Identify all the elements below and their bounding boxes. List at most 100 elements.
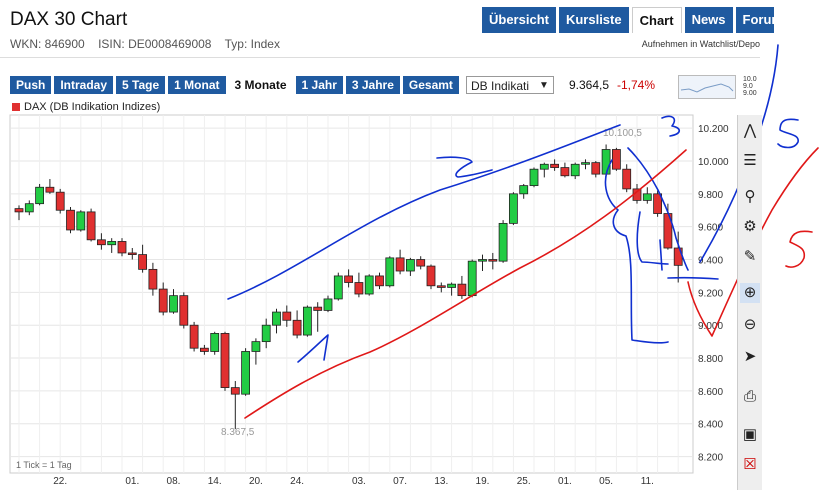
candle-body [591,162,601,175]
candle-body [251,341,261,352]
y-tick-label: 8.200 [698,453,723,464]
candle-body [375,275,384,287]
candle-body [24,203,34,213]
candle [529,167,539,188]
candle-body [519,185,529,195]
candle-body [570,163,580,177]
candle-body [550,163,559,168]
candle-body [148,268,158,290]
candle-body [199,347,209,352]
candle-body [76,211,86,231]
y-tick-label: 9.000 [698,321,723,332]
x-tick-label: 19. [476,476,490,487]
candle-body [230,387,240,395]
candle-body [97,239,106,246]
plot-area [9,114,694,474]
candle-body [436,285,446,288]
x-tick-label: 03. [352,476,366,487]
candle-body [313,306,323,311]
candle-body [354,282,364,295]
candle-body [189,324,199,349]
x-tick-label: 07. [393,476,407,487]
settings-icon[interactable]: ⚙ [740,217,760,237]
candle-body [364,275,374,295]
candle-body [323,298,333,311]
x-tick-label: 25. [517,476,531,487]
candle-body [210,333,220,352]
candle-body [612,149,621,170]
candle-body [302,306,312,336]
candle-body [416,259,426,267]
candle-body [601,149,611,175]
y-tick-label: 9.400 [698,256,723,267]
candle [612,147,621,171]
candle [364,274,374,296]
candle-body [344,275,354,283]
candle-body [333,275,343,300]
candle-body [14,208,24,213]
x-tick-label: 22. [53,476,67,487]
save-icon[interactable]: ▣ [740,425,760,445]
candle-body [241,351,251,395]
candle-body [272,311,281,326]
candle-body [282,311,292,321]
trend-line-icon[interactable]: ⋀ [740,121,760,141]
y-tick-label: 10.000 [698,157,729,168]
x-axis: 22. 01. 08. 14. 20. 24. 03. 07. 13. 19. 25. 01. 05. 1… [53,476,654,487]
candle-body [138,254,148,270]
candle [508,192,518,226]
candle-body [478,259,487,262]
candle-body [55,191,65,211]
candle [66,206,75,234]
candle-body [66,209,75,231]
candle [179,292,189,329]
candle [220,331,230,391]
tick-footnote: 1 Tick = 1 Tag [16,460,72,470]
candle-body [529,168,539,187]
y-tick-label: 9.200 [698,288,723,299]
candlestick-chart[interactable]: 10.20010.0009.8009.6009.4009.2009.0008.8… [0,0,821,489]
candle [333,272,343,301]
y-axis: 10.20010.0009.8009.6009.4009.2009.0008.8… [698,124,729,463]
candle-body [292,319,302,336]
x-tick-label: 08. [167,476,181,487]
candle-body [581,162,590,165]
pencil-icon[interactable]: ✎ [740,247,760,267]
candle-body [107,241,117,246]
x-tick-label: 01. [558,476,572,487]
delete-icon[interactable]: ☒ [740,455,760,475]
low-annotation: 8.367,5 [221,427,255,438]
ruler-icon[interactable]: ☰ [740,151,760,171]
search-icon[interactable]: ⚲ [740,187,760,207]
candle-body [622,168,632,190]
cursor-icon[interactable]: ➤ [740,347,760,367]
candle [426,264,436,290]
candle-body [426,265,436,287]
candle-body [488,259,498,262]
chart-toolbar: ⋀ ☰ ⚲ ⚙ ✎ ⊕ ⊖ ➤ ⎙ ▣ ☒ [737,115,762,490]
candle-body [508,193,518,224]
candle [189,321,199,352]
candle-body [45,186,55,193]
candle [385,256,395,288]
red-wave-5 [785,230,813,268]
candle-body [127,252,137,255]
zoom-out-icon[interactable]: ⊖ [740,315,760,335]
candle [210,331,220,355]
x-tick-label: 24. [290,476,304,487]
zoom-in-icon[interactable]: ⊕ [740,283,760,303]
y-tick-label: 8.600 [698,387,723,398]
candle [302,305,312,337]
candle [467,259,477,298]
candle-body [35,186,44,205]
candle-body [405,259,415,272]
x-tick-label: 14. [208,476,222,487]
y-tick-label: 10.200 [698,124,729,135]
x-tick-label: 20. [249,476,263,487]
candle-body [539,163,549,170]
candle-body [395,257,405,272]
candle-body [158,288,168,313]
candle-body [642,193,652,201]
candle-body [560,167,570,177]
print-icon[interactable]: ⎙ [740,387,760,407]
